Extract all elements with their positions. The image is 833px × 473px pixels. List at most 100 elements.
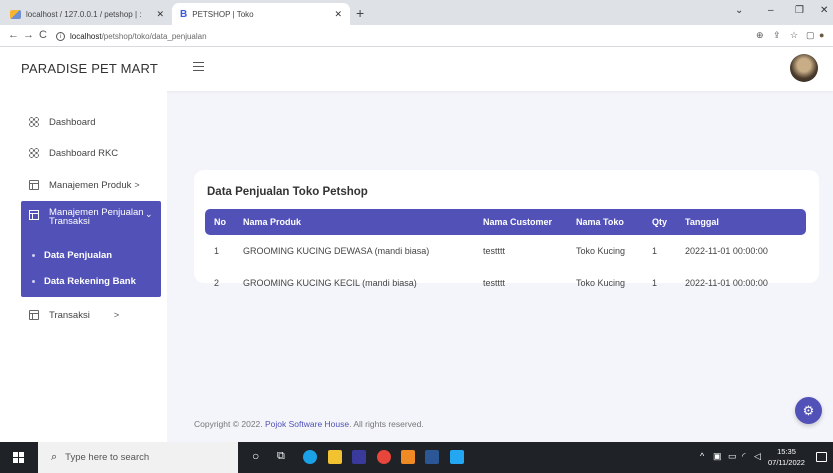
column-header: Tanggal	[685, 217, 719, 227]
tray-app-icon[interactable]: ▣	[713, 451, 722, 462]
bullet-icon	[32, 254, 35, 257]
copyright-suffix: . All rights reserved.	[349, 419, 424, 429]
browser-tab-phpmyadmin[interactable]: localhost / 127.0.0.1 / petshop | : ✕	[2, 3, 172, 25]
chevron-down-icon: ⌄	[145, 209, 153, 219]
bookmark-star-icon[interactable]: ☆	[790, 30, 798, 41]
sidebar-subitem-data-rekening-bank[interactable]: Data Rekening Bank	[32, 276, 136, 287]
maximize-button[interactable]: ❐	[795, 5, 804, 16]
zoom-icon[interactable]: ⊕	[756, 30, 764, 41]
settings-fab-button[interactable]: ⚙	[795, 397, 822, 424]
share-icon[interactable]: ⇪	[773, 30, 781, 41]
sidebar-item-manajemen-produk[interactable]: Manajemen Produk >	[0, 174, 167, 196]
search-placeholder: Type here to search	[65, 452, 150, 463]
table-cell: Toko Kucing	[576, 278, 626, 288]
table-icon	[29, 180, 39, 190]
sidepanel-icon[interactable]: ▢	[806, 30, 815, 41]
minimize-button[interactable]: –	[768, 5, 774, 16]
xampp-icon[interactable]	[401, 450, 415, 464]
windows-start-icon[interactable]	[13, 452, 24, 463]
table-cell: GROOMING KUCING DEWASA (mandi biasa)	[243, 246, 430, 256]
url-field[interactable]: i localhost/petshop/toko/data_penjualan	[56, 28, 746, 44]
edge-icon[interactable]	[303, 450, 317, 464]
sidebar-subitem-data-penjualan[interactable]: Data Penjualan	[32, 250, 112, 261]
wifi-icon[interactable]: ◜	[742, 451, 746, 462]
menu-toggle-icon[interactable]	[193, 62, 204, 71]
table-cell: 1	[652, 278, 658, 288]
chrome-icon[interactable]	[377, 450, 391, 464]
bullet-icon	[32, 280, 35, 283]
reload-button[interactable]: C	[39, 29, 47, 41]
table-cell: testttt	[483, 278, 506, 288]
battery-icon[interactable]: ▭	[728, 451, 737, 462]
tab-title: PETSHOP | Toko	[192, 9, 254, 19]
table-row: 2 GROOMING KUCING KECIL (mandi biasa) te…	[205, 267, 806, 299]
address-bar: ← → C i localhost/petshop/toko/data_penj…	[0, 25, 833, 47]
taskbar-search-input[interactable]: ⌕ Type here to search	[38, 442, 238, 473]
sidebar-section-manajemen-penjualan: Manajemen Penjualan Transaksi ⌄ Data Pen…	[21, 201, 161, 297]
bootstrap-favicon-icon: B	[180, 8, 188, 20]
phpmyadmin-favicon-icon	[10, 9, 21, 19]
site-info-icon[interactable]: i	[56, 31, 65, 41]
footer-link[interactable]: Pojok Software House	[265, 419, 349, 429]
table-cell: 1	[214, 246, 220, 256]
chevron-right-icon: >	[113, 310, 120, 320]
sales-card: Data Penjualan Toko Petshop No Nama Prod…	[194, 170, 819, 288]
cortana-icon[interactable]: ○	[252, 449, 259, 463]
table-cell: 1	[652, 246, 658, 256]
taskbar-clock[interactable]: 15:35 07/11/2022	[768, 446, 805, 468]
tab-title: localhost / 127.0.0.1 / petshop | :	[26, 9, 142, 19]
sidebar-item-label: Transaksi	[49, 309, 90, 321]
url-host: localhost	[70, 31, 102, 41]
card-title: Data Penjualan Toko Petshop	[207, 186, 368, 198]
table-cell: Toko Kucing	[576, 246, 626, 256]
volume-icon[interactable]: ◁	[754, 451, 761, 462]
notification-icon[interactable]	[816, 452, 827, 462]
sidebar-item-transaksi[interactable]: Transaksi >	[0, 304, 167, 326]
table-cell: testttt	[483, 246, 506, 256]
forward-button[interactable]: →	[23, 29, 34, 41]
sidebar-item-manajemen-penjualan[interactable]: Manajemen Penjualan Transaksi ⌄	[21, 208, 161, 226]
profile-icon[interactable]: ●	[819, 30, 824, 40]
sidebar-item-dashboard[interactable]: Dashboard	[0, 111, 167, 133]
brand-logo[interactable]: PARADISE PET MART	[21, 61, 158, 76]
sidebar-item-label: Dashboard RKC	[49, 147, 119, 159]
table-cell: GROOMING KUCING KECIL (mandi biasa)	[243, 278, 417, 288]
back-button[interactable]: ←	[8, 29, 19, 41]
table-cell: 2	[214, 278, 220, 288]
store-icon[interactable]	[352, 450, 366, 464]
table-cell: 2022-11-01 00:00:00	[685, 278, 768, 288]
table-icon	[29, 210, 39, 220]
clock-time: 15:35	[777, 447, 796, 456]
table-row: 1 GROOMING KUCING DEWASA (mandi biasa) t…	[205, 235, 806, 267]
column-header: Nama Produk	[243, 217, 302, 227]
chevron-right-icon: >	[134, 180, 140, 190]
file-explorer-icon[interactable]	[328, 450, 342, 464]
windows-taskbar: ⌕ Type here to search ○ ⧉ ^ ▣ ▭ ◜ ◁ 15:3…	[0, 442, 833, 473]
browser-tab-bar: localhost / 127.0.0.1 / petshop | : ✕ B …	[0, 0, 833, 25]
table-icon	[29, 310, 39, 320]
close-tab-icon[interactable]: ✕	[334, 9, 342, 20]
close-tab-icon[interactable]: ✕	[156, 9, 164, 20]
tab-search-chevron-icon[interactable]: ⌄	[735, 5, 743, 16]
app-header: PARADISE PET MART	[0, 47, 833, 91]
column-header: Qty	[652, 217, 668, 227]
sales-table: No Nama Produk Nama Customer Nama Toko Q…	[205, 209, 806, 299]
grid-icon	[29, 148, 39, 158]
table-header-row: No Nama Produk Nama Customer Nama Toko Q…	[205, 209, 806, 235]
column-header: No	[214, 217, 226, 227]
sidebar-item-dashboard-rkc[interactable]: Dashboard RKC	[0, 142, 167, 164]
url-path: /petshop/toko/data_penjualan	[101, 31, 207, 41]
column-header: Nama Customer	[483, 217, 553, 227]
browser-tab-petshop[interactable]: B PETSHOP | Toko ✕	[172, 3, 350, 25]
avatar[interactable]	[790, 54, 818, 82]
task-view-icon[interactable]: ⧉	[277, 450, 285, 463]
sidebar-subitem-label: Data Rekening Bank	[44, 276, 136, 287]
grid-icon	[29, 117, 39, 127]
clock-date: 07/11/2022	[768, 458, 805, 467]
new-tab-button[interactable]: +	[356, 5, 364, 21]
vscode-icon[interactable]	[450, 450, 464, 464]
word-icon[interactable]	[425, 450, 439, 464]
tray-chevron-icon[interactable]: ^	[700, 451, 704, 461]
close-window-button[interactable]: ✕	[820, 5, 828, 16]
sidebar-subitem-label: Data Penjualan	[44, 250, 113, 261]
